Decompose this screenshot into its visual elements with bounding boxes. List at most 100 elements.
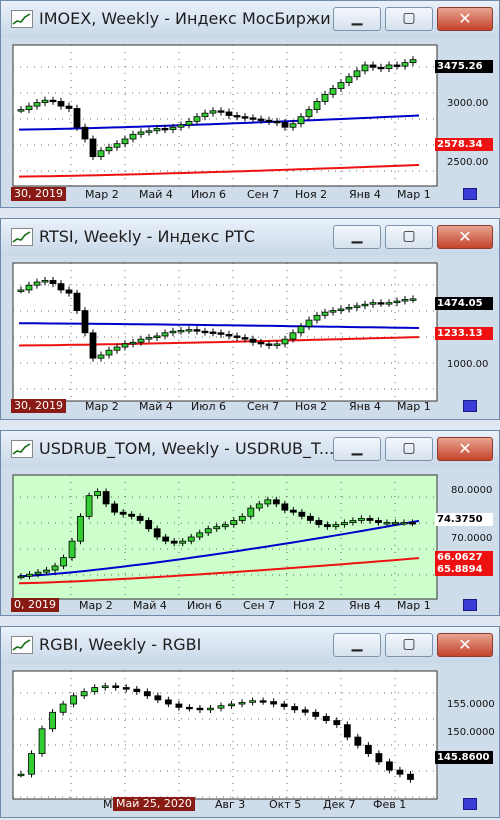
date-label: Май 4 [139, 188, 173, 201]
minimize-button[interactable]: ▁ [333, 7, 381, 31]
candle-body [97, 150, 105, 158]
close-button[interactable]: ✕ [437, 7, 493, 31]
last-price-tag: 1474.05 [435, 297, 493, 310]
candle-body [170, 540, 178, 544]
scale-toggle-button[interactable] [463, 599, 477, 611]
maximize-button[interactable]: ▢ [385, 633, 433, 657]
candle-body [113, 143, 121, 148]
candle-body [392, 522, 399, 525]
maximize-button[interactable]: ▢ [385, 225, 433, 249]
scale-label: 70.0000 [451, 533, 493, 544]
minimize-button[interactable]: ▁ [333, 437, 381, 461]
scale-label: 155.0000 [447, 699, 495, 710]
candle-body [81, 310, 89, 334]
candle-body [80, 691, 88, 697]
candle-body [375, 520, 382, 523]
candle-body [332, 524, 340, 528]
last-price-tag: 145.8600 [435, 751, 493, 764]
title-bar[interactable]: IMOEX, Weekly - Индекс МосБиржи ▁ ▢ ✕ [1, 1, 499, 37]
ma-price-tag: 1233.13 [435, 327, 493, 340]
candle-body [169, 330, 177, 334]
candle-body [121, 138, 129, 145]
title-bar[interactable]: RTSI, Weekly - Индекс РТС ▁ ▢ ✕ [1, 219, 499, 255]
candle-body [112, 685, 120, 688]
candle-body [185, 120, 193, 126]
scale-toggle-button[interactable] [463, 400, 477, 412]
scale-label: 80.0000 [451, 485, 493, 496]
date-label: Ноя 2 [295, 188, 328, 201]
candle-body [265, 119, 273, 123]
date-label: Май 4 [133, 599, 167, 612]
candle-body [70, 695, 78, 705]
minimize-button[interactable]: ▁ [333, 633, 381, 657]
cursor-date-label: Май 25, 2020 [113, 797, 195, 811]
price-chart [12, 262, 438, 402]
date-label: Сен 7 [243, 599, 276, 612]
minimize-button[interactable]: ▁ [333, 225, 381, 249]
maximize-button[interactable]: ▢ [385, 7, 433, 31]
candle-body [337, 82, 345, 89]
candle-body [60, 557, 67, 567]
candle-body [323, 524, 331, 528]
start-date-label: 30, 2019 [11, 187, 66, 201]
candle-body [354, 736, 362, 746]
price-chart [12, 44, 438, 187]
chart-window-icon [11, 10, 33, 28]
candle-body [193, 116, 201, 122]
close-button[interactable]: ✕ [437, 437, 493, 461]
date-label: Дек 7 [323, 798, 356, 811]
candle-body [257, 118, 265, 121]
candle-body [41, 99, 49, 103]
candle-body [409, 59, 417, 64]
candle-body [265, 343, 273, 346]
candle-body [145, 520, 153, 530]
candle-body [217, 110, 225, 113]
candle-body [238, 515, 246, 521]
candle-body [312, 711, 320, 717]
close-button[interactable]: ✕ [437, 225, 493, 249]
date-label: Фев 1 [373, 798, 407, 811]
close-button[interactable]: ✕ [437, 633, 493, 657]
candle-body [204, 528, 212, 534]
candle-body [137, 131, 145, 135]
candle-body [385, 64, 393, 69]
maximize-icon: ▢ [402, 440, 416, 456]
title-bar[interactable]: USDRUB_TOM, Weekly - USDRUB_T... ▁ ▢ ✕ [1, 431, 499, 467]
date-label: Мар 2 [85, 188, 119, 201]
candle-body [329, 310, 337, 313]
candle-body [396, 769, 404, 775]
date-label: Сен 7 [247, 400, 280, 413]
chart-area[interactable]: 1000.00 1474.05 1233.13 30, 2019 Мар 2 М… [7, 259, 495, 417]
candle-body [177, 124, 185, 128]
maximize-button[interactable]: ▢ [385, 437, 433, 461]
candle-body [353, 305, 361, 308]
chart-area[interactable]: 3000.00 2500.00 3475.26 2578.34 30, 2019… [7, 41, 495, 205]
date-label: М [103, 798, 113, 811]
candle-body [65, 289, 73, 294]
candle-body [102, 491, 110, 505]
candle-body [225, 333, 233, 337]
candle-body [343, 724, 351, 738]
last-price-tag: 3475.26 [435, 60, 493, 73]
candle-body [97, 354, 105, 359]
candle-body [34, 571, 42, 575]
scale-toggle-button[interactable] [463, 188, 477, 200]
candle-body [281, 338, 289, 345]
candle-body [43, 569, 50, 573]
candle-body [129, 133, 137, 140]
title-bar[interactable]: RGBI, Weekly - RGBI ▁ ▢ ✕ [1, 627, 499, 663]
candle-body [57, 101, 65, 107]
window-title: IMOEX, Weekly - Индекс МосБиржи [39, 9, 331, 28]
candle-body [306, 515, 314, 521]
candle-body [161, 332, 169, 337]
chart-area[interactable]: 80.0000 70.0000 74.3750 66.0627 65.8894 … [7, 471, 495, 613]
scale-toggle-button[interactable] [463, 798, 477, 810]
window-usdrub: USDRUB_TOM, Weekly - USDRUB_T... ▁ ▢ ✕ 8… [0, 430, 500, 616]
chart-window-icon [11, 636, 33, 654]
candle-body [177, 330, 185, 333]
chart-area[interactable]: 155.0000 150.0000 145.8600 М Май 25, 202… [7, 667, 495, 815]
scale-label: 3000.00 [447, 98, 489, 109]
candle-body [383, 522, 391, 525]
candle-body [329, 88, 337, 95]
candle-body [361, 303, 369, 307]
